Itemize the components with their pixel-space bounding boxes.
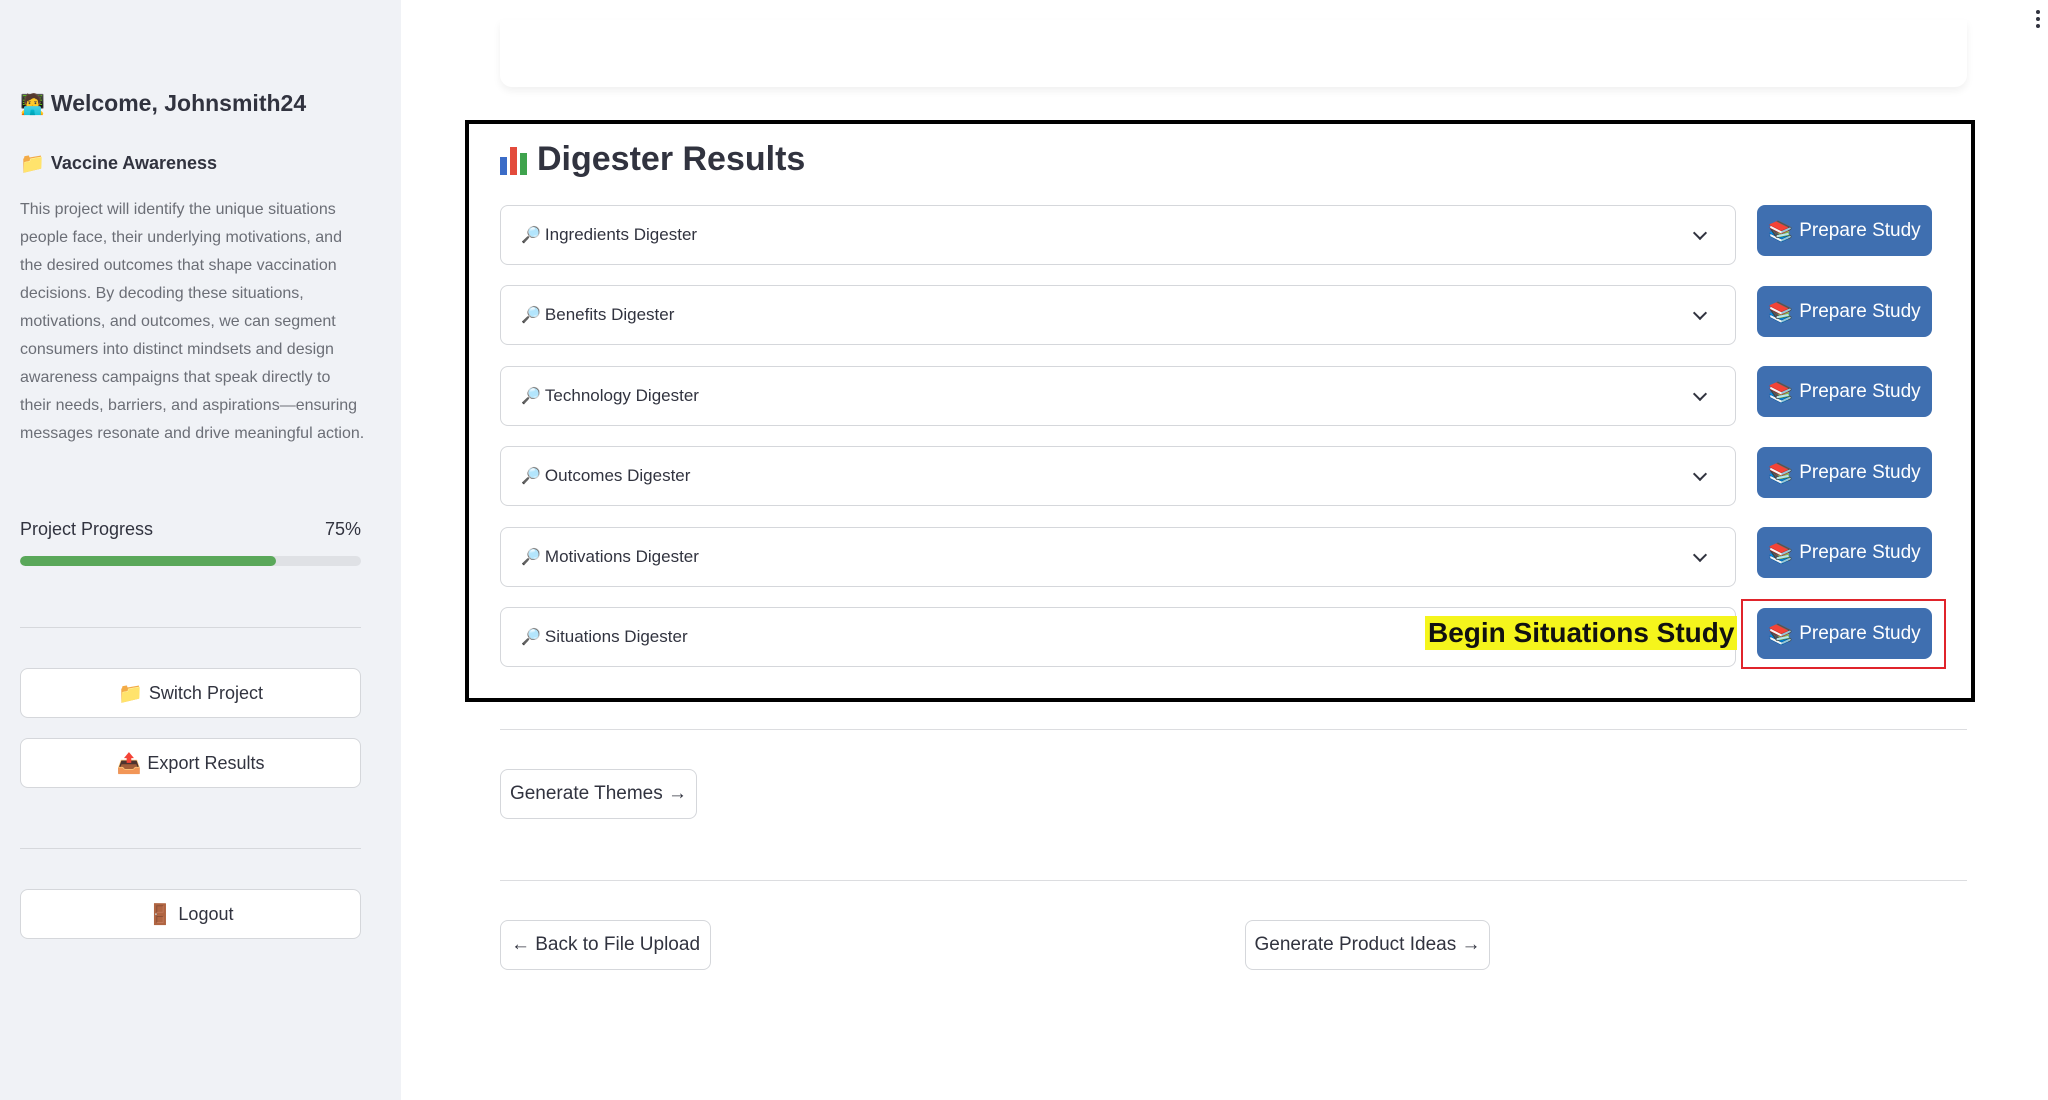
magnifier-icon: 🔎 xyxy=(521,388,541,405)
previous-section-card xyxy=(500,20,1967,87)
magnifier-icon: 🔎 xyxy=(521,468,541,485)
welcome-heading: 🧑‍💻 Welcome, Johnsmith24 xyxy=(20,90,306,117)
prepare-study-button-technology[interactable]: 📚 Prepare Study xyxy=(1757,366,1932,417)
sidebar-divider xyxy=(20,848,361,849)
export-results-label: Export Results xyxy=(147,752,265,773)
books-icon: 📚 xyxy=(1768,218,1794,243)
sidebar: 🧑‍💻 Welcome, Johnsmith24 📁 Vaccine Aware… xyxy=(0,0,401,1100)
chevron-down-icon xyxy=(1692,305,1708,321)
chevron-down-icon xyxy=(1692,386,1708,402)
expander-motivations-digester[interactable]: 🔎 Motivations Digester xyxy=(500,527,1736,587)
expander-technology-digester[interactable]: 🔎 Technology Digester xyxy=(500,366,1736,426)
expander-label: Benefits Digester xyxy=(544,305,675,324)
logout-button[interactable]: 🚪 Logout xyxy=(20,889,361,939)
progress-label: Project Progress xyxy=(20,519,154,539)
prepare-study-label: Prepare Study xyxy=(1799,219,1921,241)
books-icon: 📚 xyxy=(1768,299,1794,324)
switch-project-button[interactable]: 📁 Switch Project xyxy=(20,668,361,718)
expander-ingredients-digester[interactable]: 🔎 Ingredients Digester xyxy=(500,205,1736,265)
prepare-study-button-outcomes[interactable]: 📚 Prepare Study xyxy=(1757,447,1932,498)
books-icon: 📚 xyxy=(1768,460,1794,485)
magnifier-icon: 🔎 xyxy=(521,629,541,646)
project-description: This project will identify the unique si… xyxy=(20,201,365,442)
logout-label: Logout xyxy=(178,903,234,924)
back-to-file-upload-button[interactable]: ← Back to File Upload xyxy=(500,920,711,970)
export-results-button[interactable]: 📤 Export Results xyxy=(20,738,361,788)
target-highlight-box xyxy=(1741,599,1946,669)
results-title: Digester Results xyxy=(500,140,805,179)
prepare-study-button-benefits[interactable]: 📚 Prepare Study xyxy=(1757,286,1932,337)
books-icon: 📚 xyxy=(1768,379,1794,404)
annotation-label: Begin Situations Study xyxy=(1425,616,1738,650)
folder-icon: 📁 xyxy=(20,151,45,175)
progress-value: 75% xyxy=(324,519,361,539)
books-icon: 📚 xyxy=(1768,540,1794,565)
prepare-study-button-ingredients[interactable]: 📚 Prepare Study xyxy=(1757,205,1932,256)
magnifier-icon: 🔎 xyxy=(521,307,541,324)
prepare-study-label: Prepare Study xyxy=(1799,541,1921,563)
expander-label: Technology Digester xyxy=(544,386,699,405)
more-menu-icon[interactable] xyxy=(2036,10,2040,28)
chevron-down-icon xyxy=(1692,466,1708,482)
project-title: 📁 Vaccine Awareness xyxy=(20,151,217,175)
prepare-study-label: Prepare Study xyxy=(1799,380,1921,402)
door-icon: 🚪 xyxy=(147,902,173,926)
expander-label: Situations Digester xyxy=(544,627,688,646)
section-divider xyxy=(500,729,1967,730)
expander-label: Motivations Digester xyxy=(544,547,699,566)
chevron-down-icon xyxy=(1692,547,1708,563)
chevron-down-icon xyxy=(1692,225,1708,241)
prepare-study-button-motivations[interactable]: 📚 Prepare Study xyxy=(1757,527,1932,578)
switch-project-label: Switch Project xyxy=(148,682,263,703)
project-title-text: Vaccine Awareness xyxy=(50,152,218,173)
prepare-study-label: Prepare Study xyxy=(1799,300,1921,322)
magnifier-icon: 🔎 xyxy=(521,549,541,566)
bar-chart-icon xyxy=(500,145,527,175)
section-divider xyxy=(500,880,1967,881)
expander-label: Outcomes Digester xyxy=(544,466,691,485)
expander-label: Ingredients Digester xyxy=(544,225,698,244)
prepare-study-label: Prepare Study xyxy=(1799,461,1921,483)
folder-icon: 📁 xyxy=(118,681,143,705)
magnifier-icon: 🔎 xyxy=(521,227,541,244)
expander-outcomes-digester[interactable]: 🔎 Outcomes Digester xyxy=(500,446,1736,506)
outbox-tray-icon: 📤 xyxy=(116,751,142,775)
sidebar-divider xyxy=(20,627,361,628)
progress-bar-fill xyxy=(20,556,276,566)
welcome-text: Welcome, Johnsmith24 xyxy=(50,90,307,116)
generate-themes-button[interactable]: Generate Themes → xyxy=(500,769,697,819)
results-title-text: Digester Results xyxy=(537,140,806,178)
progress-bar xyxy=(20,556,361,566)
developer-icon: 🧑‍💻 xyxy=(20,91,45,116)
generate-product-ideas-button[interactable]: Generate Product Ideas → xyxy=(1245,920,1490,970)
expander-benefits-digester[interactable]: 🔎 Benefits Digester xyxy=(500,285,1736,345)
